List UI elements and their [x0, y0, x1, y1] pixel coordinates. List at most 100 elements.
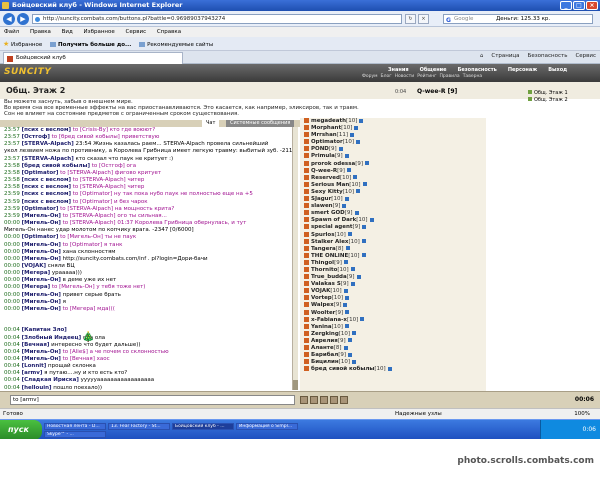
- subnav-rules[interactable]: Правила: [439, 74, 459, 79]
- info-icon[interactable]: [343, 260, 348, 265]
- user-list-item[interactable]: Барибал[9]: [304, 352, 486, 359]
- user-list-item[interactable]: Primula[9]: [304, 153, 486, 160]
- chat-nick[interactable]: [Мигель-Он]: [22, 220, 61, 226]
- private-message-icon[interactable]: [304, 146, 309, 152]
- info-icon[interactable]: [343, 345, 348, 350]
- minimize-button[interactable]: _: [560, 1, 572, 10]
- chat-nick[interactable]: [Optimator]: [22, 170, 59, 176]
- user-list-item[interactable]: Sexy Kitty[10]: [304, 188, 486, 196]
- chat-nick[interactable]: [Мигель-Он]: [22, 277, 61, 283]
- chat-nick[interactable]: [Мигель-Он]: [22, 292, 61, 298]
- user-list-item[interactable]: prorok odessa[9]: [304, 160, 486, 168]
- chat-nick[interactable]: [Остгоф]: [22, 134, 50, 140]
- user-nick[interactable]: Vortep: [311, 295, 332, 301]
- user-list-item[interactable]: Reserved[10]: [304, 174, 486, 182]
- user-nick[interactable]: Барибал: [311, 352, 338, 358]
- task-skype[interactable]: Skype™ - ...: [44, 431, 106, 438]
- start-button[interactable]: пуск: [0, 420, 42, 440]
- user-nick[interactable]: Morphant: [311, 125, 341, 131]
- chat-nick[interactable]: [бред сивой кобылы]: [22, 163, 90, 169]
- user-nick[interactable]: Thornito: [311, 267, 337, 273]
- user-list-item[interactable]: Tangera[8]: [304, 245, 486, 253]
- private-message-icon[interactable]: [304, 330, 309, 336]
- user-list-item[interactable]: Spurlos[10]: [304, 231, 486, 239]
- task-info[interactable]: Информация о Simpl...: [236, 423, 298, 430]
- info-icon[interactable]: [345, 295, 350, 300]
- user-nick[interactable]: megadeath: [311, 118, 346, 124]
- info-icon[interactable]: [343, 288, 348, 293]
- task-fight-club[interactable]: Бойцовский клуб - ...: [172, 423, 234, 430]
- user-nick[interactable]: Valakas S: [311, 281, 341, 287]
- private-message-icon[interactable]: [304, 245, 309, 251]
- info-icon[interactable]: [352, 331, 357, 336]
- user-list-item[interactable]: Spawn of Dark[10]: [304, 217, 486, 224]
- back-button[interactable]: ◀: [3, 13, 15, 25]
- info-icon[interactable]: [347, 232, 352, 236]
- menu-view[interactable]: Вид: [62, 29, 73, 35]
- refresh-icon[interactable]: ↻: [405, 14, 416, 24]
- info-icon[interactable]: [361, 253, 366, 258]
- user-list-item[interactable]: slawen[9]: [304, 203, 486, 210]
- user-nick[interactable]: Q-wee-R: [311, 168, 337, 174]
- private-message-icon[interactable]: [304, 302, 309, 308]
- chat-nick[interactable]: [Мигель-Он]: [22, 356, 61, 362]
- user-list-item[interactable]: Stalker Alex[10]: [304, 238, 486, 246]
- info-icon[interactable]: [350, 267, 355, 272]
- stop-icon[interactable]: ×: [418, 14, 429, 24]
- private-message-icon[interactable]: [304, 259, 309, 265]
- user-list-item[interactable]: Morphant[10]: [304, 125, 486, 132]
- subnav-blog[interactable]: Блог: [381, 74, 392, 79]
- menu-tools[interactable]: Сервис: [126, 29, 147, 35]
- nav-knowledge[interactable]: Знания: [384, 67, 413, 73]
- info-icon[interactable]: [344, 324, 349, 329]
- chat-nick[interactable]: [Злобный Индеец]: [22, 335, 82, 341]
- private-message-icon[interactable]: [304, 231, 309, 237]
- tab-fight-club[interactable]: Бойцовский клуб: [3, 52, 183, 64]
- private-message-icon[interactable]: [304, 188, 309, 194]
- chat-nick[interactable]: [Сладкая Ириска]: [22, 377, 79, 383]
- user-list-item[interactable]: THE ONLINE[10]: [304, 252, 486, 260]
- info-icon[interactable]: [343, 302, 348, 307]
- private-message-icon[interactable]: [304, 266, 309, 272]
- user-nick[interactable]: Walpex: [311, 302, 334, 308]
- chat-input[interactable]: to [armv]: [10, 395, 295, 405]
- clear-icon[interactable]: [310, 396, 318, 404]
- info-icon[interactable]: [345, 246, 350, 251]
- user-list-item[interactable]: Thornito[10]: [304, 266, 486, 274]
- smiley-icon[interactable]: [320, 396, 328, 404]
- chat-nick[interactable]: [Мегера]: [22, 284, 50, 290]
- chat-nick[interactable]: [Мигель-Он]: [22, 256, 61, 262]
- user-nick[interactable]: slawen: [311, 203, 333, 209]
- user-nick[interactable]: SJagur: [311, 196, 331, 202]
- translit-icon[interactable]: [340, 396, 348, 404]
- chat-nick[interactable]: [Мегера]: [22, 270, 50, 276]
- private-message-icon[interactable]: [304, 309, 309, 315]
- tab-system-messages[interactable]: Системные сообщения: [226, 120, 295, 127]
- user-nick[interactable]: Yanina: [311, 324, 332, 330]
- chat-nick[interactable]: [Optimator]: [22, 234, 59, 240]
- chat-nick[interactable]: [Мигель-Он]: [22, 306, 61, 312]
- task-music[interactable]: 13. Fear Factory - St...: [108, 423, 170, 430]
- info-icon[interactable]: [344, 153, 349, 158]
- subnav-rating[interactable]: Рейтинг: [417, 74, 436, 79]
- private-message-icon[interactable]: [304, 295, 309, 301]
- info-icon[interactable]: [387, 366, 392, 371]
- nav-chat[interactable]: Общение: [416, 67, 451, 73]
- favorites-button[interactable]: Избранное: [11, 42, 42, 48]
- private-message-icon[interactable]: [304, 359, 309, 365]
- info-icon[interactable]: [360, 317, 365, 322]
- room-link-floor1[interactable]: Общ. Этаж 1: [528, 90, 598, 97]
- task-news[interactable]: Новостная лента - D...: [44, 423, 106, 430]
- info-icon[interactable]: [350, 132, 355, 137]
- info-icon[interactable]: [361, 239, 366, 244]
- user-nick[interactable]: POND: [311, 146, 329, 152]
- nav-character[interactable]: Персонаж: [504, 67, 541, 73]
- private-message-icon[interactable]: [304, 366, 309, 372]
- chat-nick[interactable]: [STERVA-Alpach]: [22, 156, 74, 162]
- user-nick[interactable]: Primula: [311, 153, 335, 159]
- url-field[interactable]: http://suncity.combats.com/buttons.pl?ba…: [32, 14, 402, 24]
- user-list-item[interactable]: Yanina[10]: [304, 323, 486, 331]
- tools-menu[interactable]: Сервис: [575, 53, 596, 59]
- info-icon[interactable]: [348, 352, 353, 357]
- private-message-icon[interactable]: [304, 125, 309, 131]
